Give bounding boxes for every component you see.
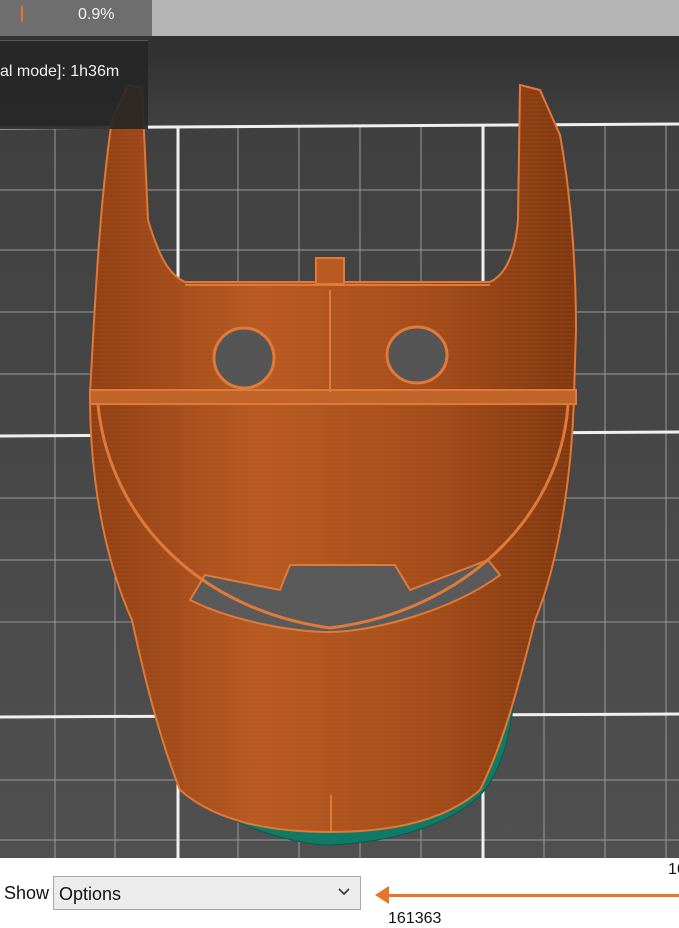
layer-slider-track[interactable] <box>386 894 679 897</box>
print-time-estimate: al mode]: 1h36m <box>0 63 120 80</box>
cross-ledge <box>89 389 577 405</box>
layer-lines <box>90 85 576 832</box>
options-selected-value: Options <box>59 884 122 904</box>
show-options-dropdown[interactable]: Options <box>53 876 361 910</box>
progress-marker <box>21 6 23 22</box>
slider-max-value: 16 <box>668 861 679 878</box>
show-label: Show <box>4 883 50 903</box>
chevron-down-icon <box>338 888 350 896</box>
progress-panel: 0.9% <box>0 0 152 36</box>
top-tab <box>315 257 345 285</box>
left-hole <box>212 326 276 390</box>
bottom-toolbar: Show Options 16 161363 <box>0 858 679 927</box>
slider-handle[interactable] <box>375 886 389 904</box>
progress-percent: 0.9% <box>78 6 115 23</box>
top-status-bar: 0.9% <box>0 0 679 36</box>
right-hole <box>385 325 449 385</box>
slider-current-value: 161363 <box>388 910 442 927</box>
print-estimate-panel: al mode]: 1h36m <box>0 40 148 129</box>
